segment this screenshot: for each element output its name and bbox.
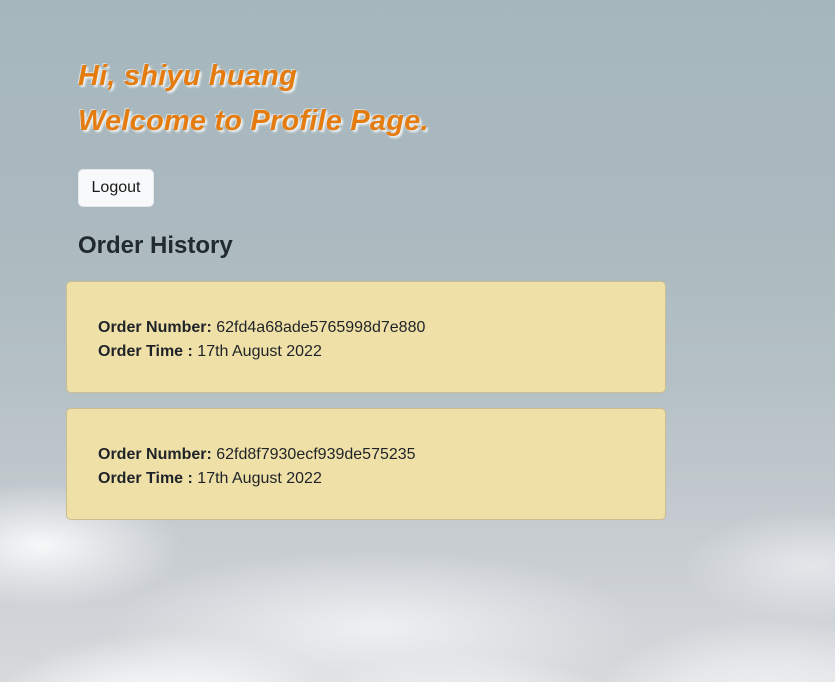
order-time-label: Order Time : — [98, 470, 193, 487]
order-history-title: Order History — [78, 232, 233, 259]
greeting-line: Hi, shiyu huang — [78, 60, 297, 92]
order-number-value: 62fd8f7930ecf939de575235 — [216, 446, 416, 463]
order-time-line: Order Time : 17th August 2022 — [98, 467, 665, 491]
order-number-line: Order Number: 62fd4a68ade5765998d7e880 — [98, 316, 665, 340]
order-time-label: Order Time : — [98, 343, 193, 360]
welcome-line: Welcome to Profile Page. — [78, 105, 429, 137]
logout-button[interactable]: Logout — [78, 169, 154, 207]
order-card: Order Number: 62fd8f7930ecf939de575235 O… — [66, 408, 666, 520]
order-number-line: Order Number: 62fd8f7930ecf939de575235 — [98, 443, 665, 467]
greeting-heading: Hi, shiyu huang Welcome to Profile Page. — [78, 54, 429, 144]
order-number-label: Order Number: — [98, 446, 212, 463]
order-number-label: Order Number: — [98, 319, 212, 336]
order-time-value: 17th August 2022 — [197, 470, 322, 487]
profile-page: Hi, shiyu huang Welcome to Profile Page.… — [0, 0, 835, 682]
order-card: Order Number: 62fd4a68ade5765998d7e880 O… — [66, 281, 666, 393]
order-time-line: Order Time : 17th August 2022 — [98, 340, 665, 364]
order-time-value: 17th August 2022 — [197, 343, 322, 360]
order-list: Order Number: 62fd4a68ade5765998d7e880 O… — [66, 281, 666, 535]
order-number-value: 62fd4a68ade5765998d7e880 — [216, 319, 426, 336]
